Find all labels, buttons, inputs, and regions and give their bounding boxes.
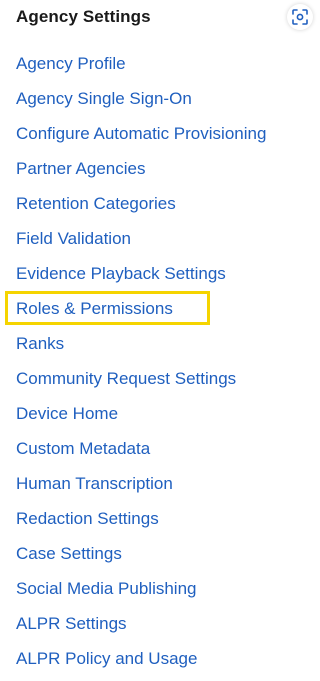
nav-item-label: ALPR Policy and Usage — [16, 649, 198, 668]
nav-item-agency-profile[interactable]: Agency Profile — [16, 51, 266, 86]
nav-item-label: Evidence Playback Settings — [16, 264, 226, 283]
nav-item-label: Roles & Permissions — [16, 299, 173, 318]
nav-item-case-settings[interactable]: Case Settings — [16, 541, 266, 576]
nav-item-label: Custom Metadata — [16, 439, 151, 458]
nav-item-social-media-publishing[interactable]: Social Media Publishing — [16, 576, 266, 611]
nav-item-label: Community Request Settings — [16, 369, 237, 388]
nav-item-partner-agencies[interactable]: Partner Agencies — [16, 156, 266, 191]
nav-item-label: Agency Profile — [16, 54, 126, 73]
nav-item-label: Partner Agencies — [16, 159, 146, 178]
nav-item-community-request-settings[interactable]: Community Request Settings — [16, 366, 266, 401]
nav-item-label: Ranks — [16, 334, 65, 353]
nav-item-label: Configure Automatic Provisioning — [16, 124, 267, 143]
nav-item-retention-categories[interactable]: Retention Categories — [16, 191, 266, 226]
nav-item-label: Redaction Settings — [16, 509, 159, 528]
nav-item-roles-permissions[interactable]: Roles & Permissions — [16, 296, 266, 331]
scan-focus-button[interactable] — [287, 4, 313, 30]
nav-item-configure-automatic-provisioning[interactable]: Configure Automatic Provisioning — [16, 121, 266, 156]
nav-item-label: ALPR Settings — [16, 614, 127, 633]
nav-item-label: Field Validation — [16, 229, 131, 248]
page-title: Agency Settings — [16, 7, 151, 26]
nav-item-alpr-settings[interactable]: ALPR Settings — [16, 611, 266, 646]
nav-item-human-transcription[interactable]: Human Transcription — [16, 471, 266, 506]
nav-item-label: Human Transcription — [16, 474, 173, 493]
nav-item-label: Agency Single Sign-On — [16, 89, 192, 108]
nav-item-label: Device Home — [16, 404, 119, 423]
nav-item-alpr-policy-and-usage[interactable]: ALPR Policy and Usage — [16, 646, 266, 681]
panel-header: Agency Settings — [16, 5, 151, 29]
nav-item-field-validation[interactable]: Field Validation — [16, 226, 266, 261]
scan-focus-icon — [292, 9, 308, 25]
nav-item-evidence-playback-settings[interactable]: Evidence Playback Settings — [16, 261, 266, 296]
nav-item-label: Social Media Publishing — [16, 579, 197, 598]
agency-settings-nav: Agency Profile Agency Single Sign-On Con… — [16, 51, 266, 681]
nav-item-redaction-settings[interactable]: Redaction Settings — [16, 506, 266, 541]
nav-item-device-home[interactable]: Device Home — [16, 401, 266, 436]
nav-item-agency-single-sign-on[interactable]: Agency Single Sign-On — [16, 86, 266, 121]
nav-item-custom-metadata[interactable]: Custom Metadata — [16, 436, 266, 471]
nav-item-label: Case Settings — [16, 544, 122, 563]
nav-item-label: Retention Categories — [16, 194, 176, 213]
nav-item-ranks[interactable]: Ranks — [16, 331, 266, 366]
